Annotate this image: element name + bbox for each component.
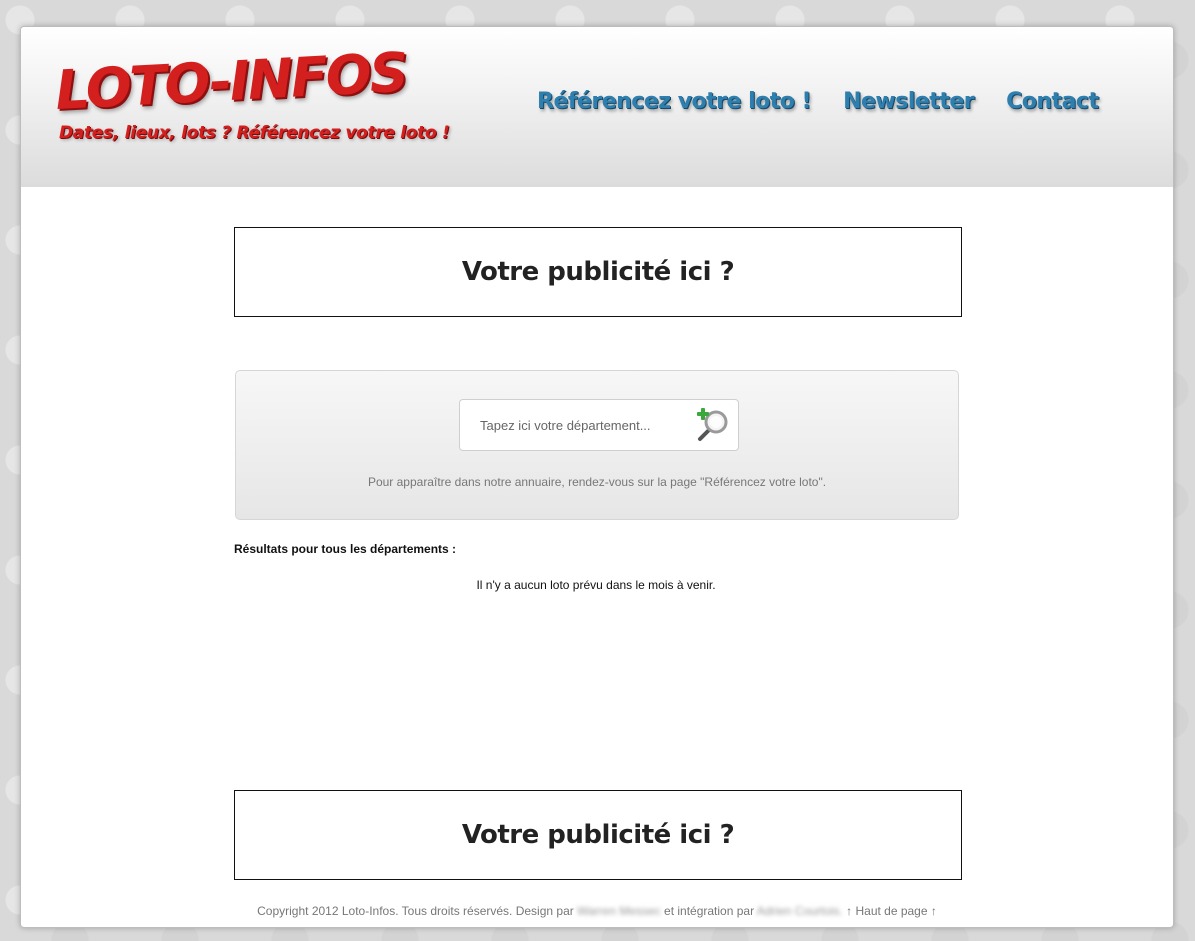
department-search-input[interactable] [470,414,685,436]
search-panel: Pour apparaître dans notre annuaire, ren… [235,370,959,520]
header: LOTO-INFOS Dates, lieux, lots ? Référenc… [21,27,1173,187]
ad-banner-top-label: Votre publicité ici ? [461,257,735,287]
back-to-top-link[interactable]: ↑ Haut de page ↑ [846,904,937,918]
footer: Copyright 2012 Loto-Infos. Tous droits r… [21,904,1173,918]
logo-title: LOTO-INFOS [53,40,409,122]
no-results-message: Il n'y a aucun loto prévu dans le mois à… [476,578,716,592]
results-heading: Résultats pour tous les départements : [234,542,457,556]
directory-note: Pour apparaître dans notre annuaire, ren… [367,475,827,489]
logo[interactable]: LOTO-INFOS Dates, lieux, lots ? Référenc… [54,41,450,159]
ad-banner-bottom-label: Votre publicité ici ? [461,820,735,850]
ad-banner-top[interactable]: Votre publicité ici ? [234,227,962,317]
footer-copyright: Copyright 2012 Loto-Infos. Tous droits r… [257,904,574,918]
search-icon[interactable] [694,408,730,444]
footer-integrator-link[interactable]: Adrien Courtois. [757,904,843,918]
main-nav: Référencez votre loto ! Newsletter Conta… [537,89,1099,114]
footer-integration-text: et intégration par [664,904,755,918]
nav-link-newsletter[interactable]: Newsletter [843,89,975,114]
nav-link-reference-loto[interactable]: Référencez votre loto ! [537,89,812,114]
ad-banner-bottom[interactable]: Votre publicité ici ? [234,790,962,880]
nav-link-contact[interactable]: Contact [1006,89,1099,114]
page-container: LOTO-INFOS Dates, lieux, lots ? Référenc… [20,26,1174,928]
footer-designer-link[interactable]: Warren Messec [577,904,661,918]
logo-tagline: Dates, lieux, lots ? Référencez votre lo… [59,123,450,143]
search-box [459,399,739,451]
